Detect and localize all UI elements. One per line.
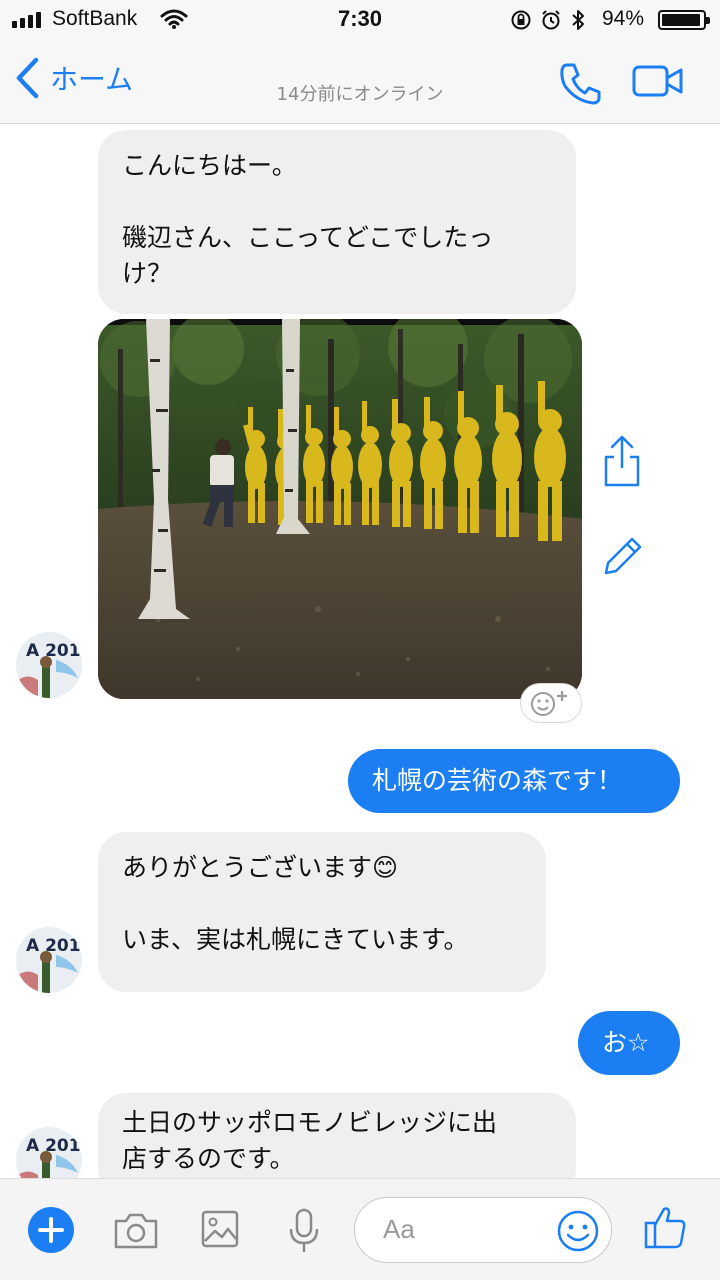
voice-call-button[interactable]: [558, 60, 604, 110]
svg-text:A 201: A 201: [26, 1136, 81, 1156]
forest-sculpture-photo: [98, 319, 582, 699]
voice-message-button[interactable]: [286, 1207, 322, 1259]
message-line: [122, 886, 522, 922]
message-line: 店するのです。: [122, 1144, 295, 1173]
camera-icon: [114, 1213, 158, 1249]
message-line: [122, 184, 552, 220]
photo-gallery-button[interactable]: [200, 1209, 240, 1253]
outgoing-message[interactable]: 札幌の芸術の森です！: [348, 749, 680, 813]
like-button[interactable]: [642, 1203, 688, 1255]
contact-avatar-image: A 201: [16, 927, 82, 993]
message-line: お☆: [602, 1028, 650, 1057]
incoming-message[interactable]: こんにちはー。 磯辺さん、ここってどこでしたっ け？: [98, 130, 576, 314]
svg-text:A 201: A 201: [26, 641, 81, 661]
camera-button[interactable]: [112, 1211, 160, 1255]
video-call-button[interactable]: [632, 64, 684, 102]
plus-icon: [28, 1207, 74, 1253]
message-list[interactable]: こんにちはー。 磯辺さん、ここってどこでしたっ け？ A 201 札幌の芸術の森…: [0, 125, 720, 1178]
share-icon: [604, 435, 640, 487]
phone-icon: [560, 63, 601, 105]
share-button[interactable]: [602, 433, 642, 493]
emoji-button[interactable]: [556, 1209, 600, 1257]
avatar[interactable]: A 201: [16, 1127, 82, 1178]
message-line: け？: [122, 259, 173, 288]
svg-text:A 201: A 201: [26, 936, 81, 956]
edit-pencil-icon: [604, 537, 642, 575]
battery-fill: [662, 14, 700, 26]
conversation-header: ホーム 14分前にオンライン: [0, 40, 720, 124]
incoming-message[interactable]: ありがとうございます😊 いま、実は札幌にきています。: [98, 832, 546, 992]
smiley-icon: [557, 1210, 599, 1252]
avatar[interactable]: A 201: [16, 632, 82, 698]
alarm-icon: [542, 10, 560, 30]
message-composer: Aa: [0, 1178, 720, 1280]
status-bar: SoftBank 7:30 94%: [0, 0, 720, 40]
photo-message[interactable]: [98, 319, 582, 699]
contact-avatar-image: A 201: [16, 1127, 82, 1178]
bluetooth-icon: [572, 10, 584, 30]
microphone-icon: [289, 1208, 319, 1252]
message-input-placeholder: Aa: [383, 1214, 415, 1244]
message-line: 磯辺さん、ここってどこでしたっ: [122, 223, 494, 252]
battery-percent: 94%: [602, 7, 645, 30]
status-icons: [510, 8, 586, 32]
message-line: こんにちはー。: [122, 151, 297, 180]
rotation-lock-icon: [511, 10, 531, 30]
message-line: ありがとうございます😊: [122, 853, 399, 882]
image-icon: [201, 1210, 239, 1248]
avatar[interactable]: A 201: [16, 927, 82, 993]
incoming-message[interactable]: 土日のサッポロモノビレッジに出 店するのです。: [98, 1093, 576, 1178]
message-line: いま、実は札幌にきています。: [122, 925, 469, 954]
video-camera-icon: [632, 65, 683, 97]
battery-icon: [658, 10, 710, 30]
add-reaction-icon: [531, 691, 567, 716]
more-actions-button[interactable]: [28, 1207, 74, 1257]
message-line: 札幌の芸術の森です！: [372, 766, 623, 795]
outgoing-message[interactable]: お☆: [578, 1011, 680, 1075]
edit-button[interactable]: [600, 533, 646, 583]
thumbs-up-icon: [644, 1207, 686, 1249]
online-status: 14分前にオンライン: [276, 84, 444, 105]
add-reaction-button[interactable]: [520, 683, 582, 723]
contact-avatar-image: A 201: [16, 632, 82, 698]
message-line: 土日のサッポロモノビレッジに出: [122, 1108, 498, 1137]
